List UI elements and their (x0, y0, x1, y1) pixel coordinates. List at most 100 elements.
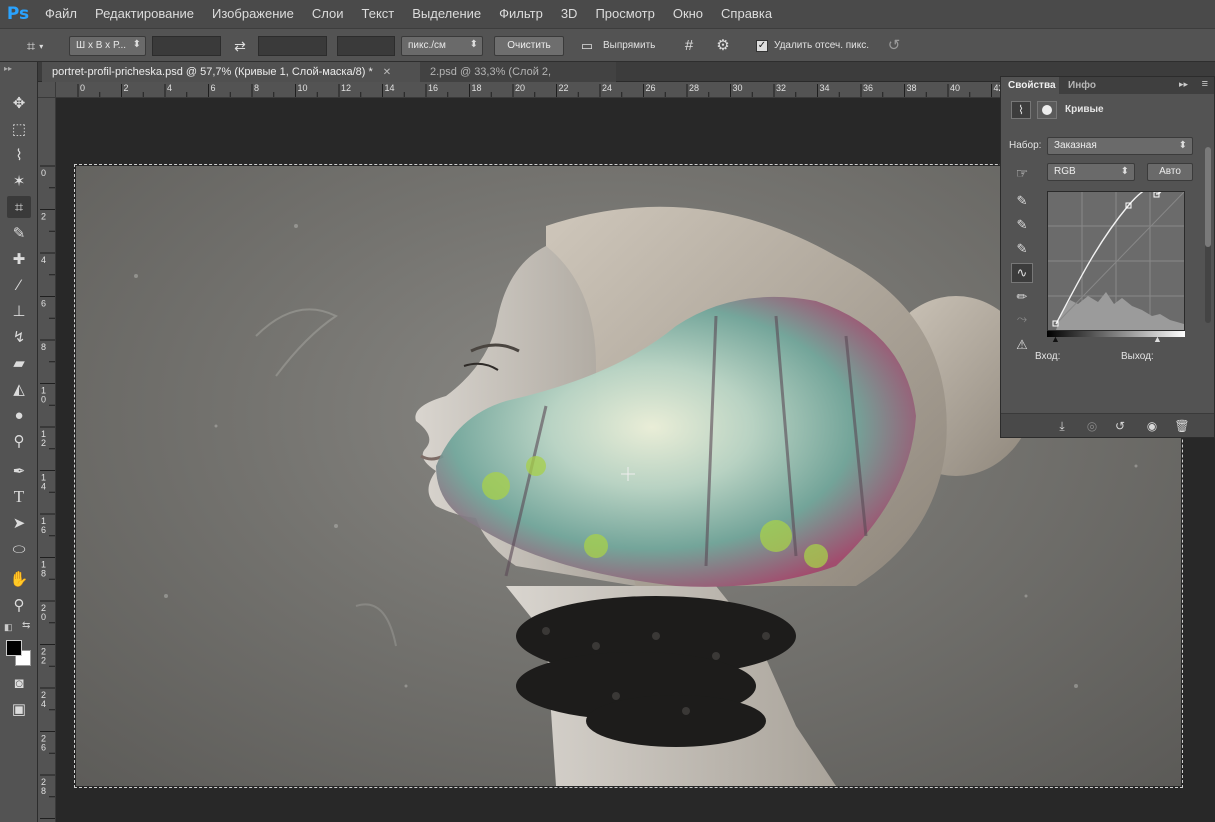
menu-type[interactable]: Текст (353, 0, 404, 28)
panel-menu-icon[interactable]: ≡ (1202, 78, 1208, 90)
properties-footer: ⤓ ◎ ↺ ◉ 🗑 (1001, 413, 1214, 437)
gear-icon[interactable]: ⚙ (712, 36, 734, 56)
straighten-label[interactable]: Выпрямить (603, 36, 663, 56)
delete-cropped-checkbox[interactable]: ✓ (756, 40, 768, 52)
options-bar: ⌗▾ Ш х В х Р... ⇄ пикс./см Очистить ▭ Вы… (0, 28, 1215, 62)
path-selection-tool-icon[interactable]: ➤ (7, 512, 31, 534)
ruler-label: 14 (385, 83, 395, 93)
reset-adjustments-icon[interactable]: ↺ (1109, 417, 1131, 435)
brush-tool-icon[interactable]: ∕ (7, 274, 31, 296)
reset-icon[interactable]: ↺ (883, 36, 905, 56)
close-icon[interactable]: ✕ (383, 67, 391, 78)
white-point-eyedropper-icon[interactable]: ✎ (1011, 239, 1033, 259)
visibility-eye-icon[interactable]: ◉ (1141, 417, 1163, 435)
foreground-color-swatch[interactable] (6, 640, 22, 656)
marquee-tool-icon[interactable]: ⬚ (7, 118, 31, 140)
history-brush-tool-icon[interactable]: ↯ (7, 326, 31, 348)
ruler-label: 26 (646, 83, 656, 93)
black-slider-handle[interactable]: ▲ (1051, 334, 1060, 344)
blur-tool-icon[interactable]: ● (7, 404, 31, 426)
swap-icon[interactable]: ⇄ (230, 36, 250, 56)
eyedropper-tool-icon[interactable]: ✎ (7, 222, 31, 244)
resolution-field[interactable] (337, 36, 395, 56)
preset-select[interactable]: Заказная (1047, 137, 1193, 155)
menu-layers[interactable]: Слои (303, 0, 353, 28)
tab-portret-profil[interactable]: portret-profil-pricheska.psd @ 57,7% (Кр… (42, 62, 420, 82)
curve-points-icon[interactable]: ∿ (1011, 263, 1033, 283)
clipping-warning-icon[interactable]: ⚠ (1011, 335, 1033, 355)
crop-tool-icon[interactable]: ⌗ (7, 196, 31, 218)
dodge-tool-icon[interactable]: ⚲ (7, 430, 31, 452)
height-field[interactable] (258, 36, 327, 56)
preset-label: Набор: (1009, 140, 1042, 151)
clone-stamp-tool-icon[interactable]: ⊥ (7, 300, 31, 322)
menu-help[interactable]: Справка (712, 0, 781, 28)
lasso-tool-icon[interactable]: ⌇ (7, 144, 31, 166)
preset-value: Заказная (1054, 140, 1097, 151)
properties-panel: Свойства Инфо ▸▸ ≡ ⌇ Кривые Набор: Заказ… (1000, 76, 1215, 438)
screen-mode-icon[interactable]: ▣ (7, 698, 31, 720)
clip-to-layer-icon[interactable]: ⤓ (1051, 417, 1073, 435)
pencil-draw-icon[interactable]: ✏ (1011, 287, 1033, 307)
tab-info[interactable]: Инфо (1061, 77, 1101, 94)
hand-tool-icon[interactable]: ✋ (7, 568, 31, 590)
ellipse-tool-icon[interactable]: ⬭ (7, 538, 31, 560)
tool-strip: ▸▸ ✥ ⬚ ⌇ ✶ ⌗ ✎ ✚ ∕ ⊥ ↯ ▰ ◭ ● ⚲ ✒ T ➤ ⬭ ✋… (0, 62, 38, 822)
gray-point-eyedropper-icon[interactable]: ✎ (1011, 215, 1033, 235)
menu-file[interactable]: Файл (36, 0, 86, 28)
healing-brush-tool-icon[interactable]: ✚ (7, 248, 31, 270)
black-point-eyedropper-icon[interactable]: ✎ (1011, 191, 1033, 211)
zoom-tool-icon[interactable]: ⚲ (7, 594, 31, 616)
menu-image[interactable]: Изображение (203, 0, 303, 28)
ruler-label: 32 (776, 83, 786, 93)
eraser-tool-icon[interactable]: ▰ (7, 352, 31, 374)
ruler-label: 8 (41, 569, 46, 579)
ruler-label: 36 (863, 83, 873, 93)
ratio-select[interactable]: Ш х В х Р... (69, 36, 146, 56)
units-select[interactable]: пикс./см (401, 36, 483, 56)
delete-trash-icon[interactable]: 🗑 (1171, 417, 1193, 435)
properties-tab-bar: Свойства Инфо ▸▸ ≡ (1001, 77, 1214, 94)
ruler-label: 22 (559, 83, 569, 93)
ruler-label: 38 (907, 83, 917, 93)
quick-mask-icon[interactable]: ◙ (7, 672, 31, 694)
swap-colors-icon[interactable]: ⇆ (22, 620, 30, 631)
menu-filter[interactable]: Фильтр (490, 0, 552, 28)
auto-button[interactable]: Авто (1147, 163, 1193, 181)
curves-adjustment-icon[interactable]: ⌇ (1011, 101, 1031, 119)
straighten-icon[interactable]: ▭ (576, 36, 598, 56)
ruler-label: 8 (254, 83, 259, 93)
collapse-toolbar-icon[interactable]: ▸▸ (4, 64, 12, 73)
scrollbar-thumb[interactable] (1205, 147, 1211, 247)
default-colors-icon[interactable]: ◧ (4, 622, 13, 633)
type-tool-icon[interactable]: T (7, 486, 31, 508)
curves-graph[interactable] (1047, 185, 1185, 331)
tab-2-psd[interactable]: 2.psd @ 33,3% (Слой 2, RGB/8)✕ (420, 62, 616, 98)
channel-select[interactable]: RGB (1047, 163, 1135, 181)
white-slider-handle[interactable]: ▲ (1153, 334, 1162, 344)
menu-view[interactable]: Просмотр (586, 0, 663, 28)
delete-cropped-label[interactable]: Удалить отсеч. пикс. (774, 36, 878, 56)
move-tool-icon[interactable]: ✥ (7, 92, 31, 114)
clear-button[interactable]: Очистить (494, 36, 564, 56)
width-field[interactable] (152, 36, 221, 56)
channel-value: RGB (1054, 166, 1076, 177)
crop-tool-preset-icon[interactable]: ⌗ ▾ (18, 36, 52, 56)
tab-properties[interactable]: Свойства (1001, 77, 1059, 94)
view-previous-state-icon[interactable]: ◎ (1081, 417, 1103, 435)
menu-select[interactable]: Выделение (403, 0, 490, 28)
grid-overlay-icon[interactable]: # (678, 36, 700, 56)
hand-adjust-icon[interactable]: ☞ (1011, 163, 1033, 183)
layer-mask-icon[interactable] (1037, 101, 1057, 119)
panel-collapse-icon[interactable]: ▸▸ (1179, 79, 1188, 90)
paint-bucket-tool-icon[interactable]: ◭ (7, 378, 31, 400)
menu-window[interactable]: Окно (664, 0, 712, 28)
ruler-label: 6 (41, 743, 46, 753)
menu-edit[interactable]: Редактирование (86, 0, 203, 28)
panel-scrollbar[interactable] (1205, 147, 1211, 323)
menu-3d[interactable]: 3D (552, 0, 587, 28)
pen-tool-icon[interactable]: ✒ (7, 460, 31, 482)
magic-wand-tool-icon[interactable]: ✶ (7, 170, 31, 192)
ruler-left[interactable]: 0246810121416182022242628 (38, 98, 56, 822)
smooth-curve-icon[interactable]: ⤳ (1011, 309, 1033, 329)
